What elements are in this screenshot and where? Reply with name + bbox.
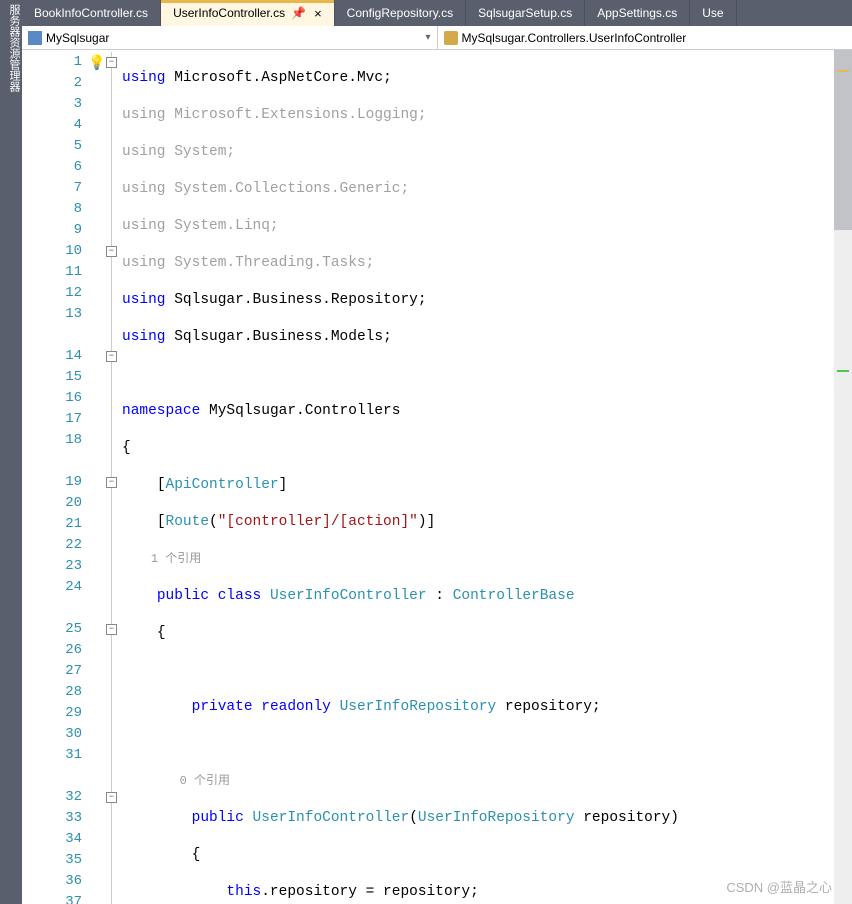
tab-partial[interactable]: Use <box>690 0 736 26</box>
breadcrumb-bar: MySqlsugar ▾ MySqlsugar.Controllers.User… <box>22 26 852 50</box>
fold-toggle[interactable]: − <box>106 246 117 257</box>
tab-configrepo[interactable]: ConfigRepository.cs <box>335 0 467 26</box>
watermark: CSDN @蓝晶之心 <box>726 877 832 896</box>
vertical-scrollbar[interactable] <box>834 50 852 904</box>
pin-icon[interactable]: 📌 <box>291 6 306 20</box>
fold-column: − − − − − − <box>104 50 122 904</box>
fold-toggle[interactable]: − <box>106 57 117 68</box>
document-tabs: BookInfoController.cs UserInfoController… <box>22 0 852 26</box>
side-toolbar[interactable]: 服务器资源管理器 工具箱 <box>0 0 22 904</box>
scrollbar-mark <box>837 370 849 372</box>
code-area[interactable]: using Microsoft.AspNetCore.Mvc; using Mi… <box>122 50 852 904</box>
tab-sqlsugarsetup[interactable]: SqlsugarSetup.cs <box>466 0 585 26</box>
code-editor[interactable]: 1💡23456789101112131415161718192021222324… <box>22 50 852 904</box>
tab-userinfo[interactable]: UserInfoController.cs📌× <box>161 0 335 26</box>
lightbulb-icon[interactable]: 💡 <box>88 54 102 68</box>
fold-toggle[interactable]: − <box>106 477 117 488</box>
scrollbar-thumb[interactable] <box>834 50 852 230</box>
fold-toggle[interactable]: − <box>106 792 117 803</box>
csharp-project-icon <box>28 31 42 45</box>
scrollbar-mark <box>837 70 849 72</box>
class-icon <box>444 31 458 45</box>
tab-bookinfo[interactable]: BookInfoController.cs <box>22 0 161 26</box>
breadcrumb-project[interactable]: MySqlsugar ▾ <box>22 26 438 49</box>
fold-toggle[interactable]: − <box>106 624 117 635</box>
line-number-gutter: 1💡23456789101112131415161718192021222324… <box>22 50 104 904</box>
fold-toggle[interactable]: − <box>106 351 117 362</box>
dropdown-icon: ▾ <box>425 32 430 43</box>
tab-appsettings[interactable]: AppSettings.cs <box>585 0 690 26</box>
breadcrumb-class[interactable]: MySqlsugar.Controllers.UserInfoControlle… <box>438 26 852 49</box>
close-icon[interactable]: × <box>314 6 322 21</box>
